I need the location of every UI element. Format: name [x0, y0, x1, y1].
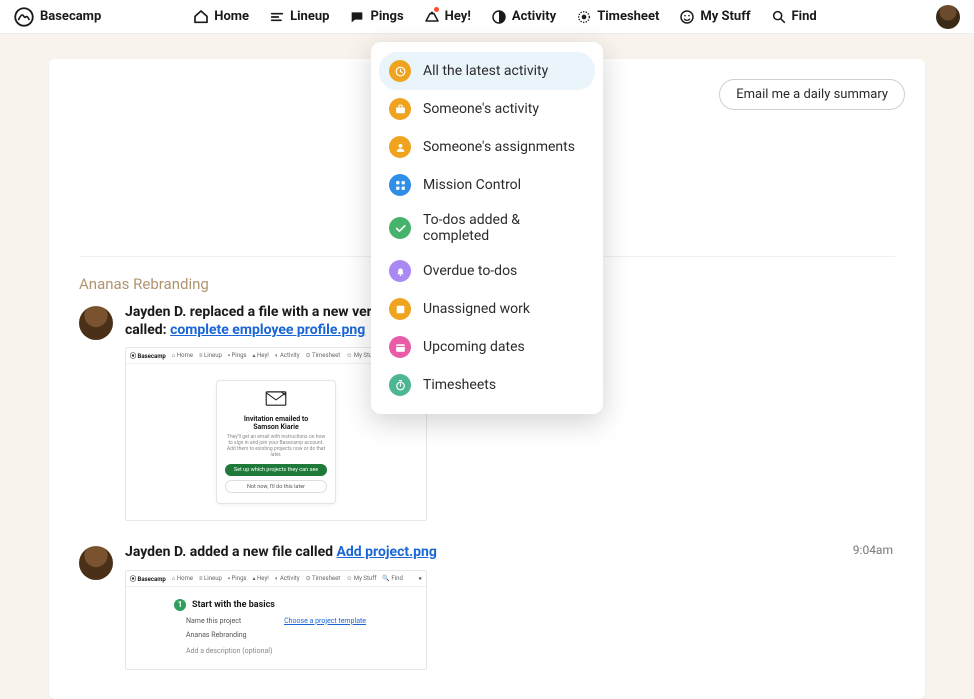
- dropdown-item-label: Mission Control: [423, 177, 521, 193]
- brand[interactable]: Basecamp: [14, 7, 101, 27]
- home-icon: [193, 9, 209, 25]
- brand-label: Basecamp: [40, 9, 101, 24]
- grid-icon: [389, 174, 411, 196]
- lineup-icon: [269, 9, 285, 25]
- pings-icon: [349, 9, 365, 25]
- envelope-icon: [265, 391, 287, 407]
- step-badge-icon: 1: [174, 599, 186, 611]
- invite-desc: They'll get an email with instructions o…: [225, 434, 327, 458]
- activity-entry: Jayden D. added a new file called Add pr…: [49, 543, 925, 669]
- invite-line1: Invitation emailed to: [225, 415, 327, 423]
- briefcase-icon: [389, 98, 411, 120]
- nav-hey-label: Hey!: [445, 9, 471, 24]
- add-desc-label: Add a description (optional): [186, 647, 366, 655]
- invite-line2: Samson Kiarie: [225, 423, 327, 431]
- headline-mid: called:: [125, 322, 170, 338]
- notification-dot-icon: [433, 6, 440, 13]
- activity-dropdown: All the latest activity Someone's activit…: [371, 42, 603, 414]
- nav-activity[interactable]: Activity: [491, 9, 556, 25]
- headline-text: Jayden D. replaced a file with a new ver…: [125, 304, 379, 320]
- dropdown-item-box[interactable]: Unassigned work: [379, 290, 595, 328]
- nav-timesheet-label: Timesheet: [597, 9, 659, 24]
- invite-card: Invitation emailed to Samson Kiarie They…: [216, 380, 336, 504]
- start-basics-label: Start with the basics: [192, 600, 275, 610]
- nav-links: Home Lineup Pings Hey! Activity Timeshee…: [193, 9, 816, 25]
- nav-pings[interactable]: Pings: [349, 9, 403, 25]
- find-icon: [771, 9, 787, 25]
- dropdown-item-check[interactable]: To-dos added & completed: [379, 204, 595, 252]
- nav-find[interactable]: Find: [771, 9, 817, 25]
- nav-lineup-label: Lineup: [290, 9, 329, 24]
- file-link[interactable]: complete employee profile.png: [170, 322, 365, 338]
- clock-icon: [389, 60, 411, 82]
- timesheet-icon: [576, 9, 592, 25]
- box-icon: [389, 298, 411, 320]
- person-icon: [389, 136, 411, 158]
- profile-avatar[interactable]: [936, 5, 960, 29]
- dropdown-item-label: Overdue to-dos: [423, 263, 517, 279]
- dropdown-item-briefcase[interactable]: Someone's activity: [379, 90, 595, 128]
- activity-icon: [491, 9, 507, 25]
- start-basics-row: 1 Start with the basics: [174, 599, 378, 611]
- headline-text: Jayden D. added a new file called: [125, 544, 337, 560]
- timer-icon: [389, 374, 411, 396]
- dropdown-item-label: Someone's activity: [423, 101, 539, 117]
- email-summary-button[interactable]: Email me a daily summary: [719, 79, 905, 110]
- invite-primary-btn: Set up which projects they can see: [225, 464, 327, 476]
- file-link[interactable]: Add project.png: [337, 544, 437, 560]
- dropdown-item-grid[interactable]: Mission Control: [379, 166, 595, 204]
- check-icon: [389, 217, 411, 239]
- nav-mystuff-label: My Stuff: [700, 9, 750, 24]
- dropdown-item-bell[interactable]: Overdue to-dos: [379, 252, 595, 290]
- nav-lineup[interactable]: Lineup: [269, 9, 329, 25]
- entry-avatar[interactable]: [79, 306, 113, 340]
- thumb-mini-nav: ⦿ Basecamp⌂ Home≡ Lineup▪ Pings▴ Hey!◐ A…: [126, 571, 426, 587]
- nav-mystuff[interactable]: My Stuff: [679, 9, 750, 25]
- dropdown-item-clock[interactable]: All the latest activity: [379, 52, 595, 90]
- invite-secondary-btn: Not now, I'll do this later: [225, 480, 327, 493]
- dropdown-item-person[interactable]: Someone's assignments: [379, 128, 595, 166]
- calendar-icon: [389, 336, 411, 358]
- dropdown-item-label: Unassigned work: [423, 301, 530, 317]
- dropdown-item-label: Upcoming dates: [423, 339, 525, 355]
- name-project-label: Name this project: [186, 617, 241, 625]
- dropdown-item-calendar[interactable]: Upcoming dates: [379, 328, 595, 366]
- project-name-value: Ananas Rebranding: [186, 631, 247, 639]
- nav-activity-label: Activity: [512, 9, 556, 24]
- nav-timesheet[interactable]: Timesheet: [576, 9, 659, 25]
- dropdown-item-label: Someone's assignments: [423, 139, 575, 155]
- entry-time: 9:04am: [853, 543, 893, 557]
- nav-hey[interactable]: Hey!: [424, 9, 471, 25]
- basecamp-logo-icon: [14, 7, 34, 27]
- nav-find-label: Find: [792, 9, 817, 24]
- template-link: Choose a project template: [284, 617, 366, 625]
- dropdown-item-label: To-dos added & completed: [423, 212, 585, 244]
- bell-icon: [389, 260, 411, 282]
- dropdown-item-label: All the latest activity: [423, 63, 548, 79]
- top-nav: Basecamp Home Lineup Pings Hey! Activity…: [0, 0, 974, 34]
- entry-headline: Jayden D. added a new file called Add pr…: [125, 543, 895, 561]
- dropdown-item-label: Timesheets: [423, 377, 496, 393]
- file-thumbnail[interactable]: ⦿ Basecamp⌂ Home≡ Lineup▪ Pings▴ Hey!◐ A…: [125, 570, 427, 670]
- nav-home-label: Home: [214, 9, 249, 24]
- dropdown-item-timer[interactable]: Timesheets: [379, 366, 595, 404]
- entry-avatar[interactable]: [79, 546, 113, 580]
- nav-home[interactable]: Home: [193, 9, 249, 25]
- nav-pings-label: Pings: [370, 9, 403, 24]
- mystuff-icon: [679, 9, 695, 25]
